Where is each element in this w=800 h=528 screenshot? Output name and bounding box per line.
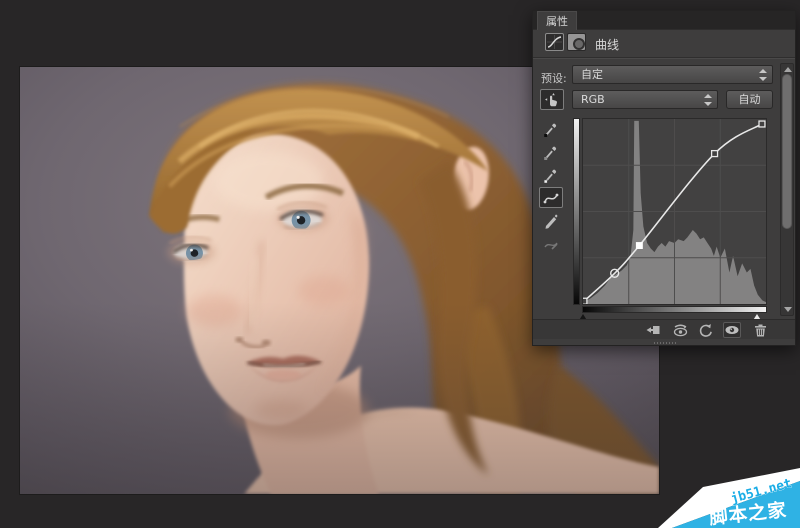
panel-resize-grip[interactable] — [654, 342, 678, 344]
reset-arrow-icon — [697, 323, 713, 338]
curve-point-square-open[interactable] — [583, 298, 587, 304]
dropdown-stepper-icon — [759, 69, 768, 81]
curve-graph[interactable] — [582, 118, 767, 305]
eyedropper-black-icon — [543, 121, 559, 137]
hand-icon — [544, 92, 560, 108]
pencil-icon — [543, 213, 559, 229]
photoshop-workspace: 属性 曲线 预设: 自定 RGB — [0, 0, 800, 528]
curve-graph-svg[interactable] — [583, 119, 766, 304]
adjustment-row: 曲线 — [533, 30, 795, 57]
reset-button[interactable] — [696, 322, 714, 338]
channel-value: RGB — [581, 93, 605, 106]
draw-curve-pencil-tool[interactable] — [539, 210, 563, 231]
edit-curve-points-tool[interactable] — [539, 187, 563, 208]
visibility-button[interactable] — [723, 322, 741, 338]
clip-to-layer-button[interactable] — [644, 322, 662, 338]
eye-icon — [724, 324, 740, 336]
curve-point-square-open[interactable] — [759, 121, 765, 127]
watermark-graphic: jb51.net 脚本之家 — [648, 460, 800, 528]
panel-bottom-toolbar — [533, 319, 795, 339]
scroll-up-icon[interactable] — [784, 67, 792, 72]
eyedropper-white-icon — [543, 167, 559, 183]
curve-point-square-open[interactable] — [712, 151, 718, 157]
trash-icon — [753, 323, 768, 338]
delete-button[interactable] — [751, 322, 769, 338]
scrollbar-thumb[interactable] — [782, 74, 792, 229]
divider — [533, 57, 795, 59]
dropdown-stepper-icon — [704, 94, 713, 106]
black-point-eyedropper[interactable] — [539, 118, 563, 139]
curves-adjustment-icon[interactable] — [545, 33, 564, 51]
targeted-adjustment-tool[interactable] — [540, 89, 564, 110]
layer-mask-icon[interactable] — [567, 33, 586, 51]
curve-point-square-filled[interactable] — [636, 243, 642, 249]
input-levels-gradient — [582, 306, 767, 313]
eye-arrow-icon — [672, 323, 689, 337]
preset-label: 预设: — [541, 70, 567, 86]
output-levels-gradient — [573, 118, 580, 305]
tab-properties[interactable]: 属性 — [537, 11, 577, 30]
view-previous-state-button[interactable] — [671, 322, 689, 338]
site-watermark: jb51.net 脚本之家 — [648, 460, 800, 528]
auto-button[interactable]: 自动 — [726, 90, 773, 109]
curves-glyph — [546, 34, 563, 50]
gray-point-eyedropper[interactable] — [539, 141, 563, 162]
clip-to-layer-icon — [645, 323, 661, 337]
smooth-curve-tool[interactable] — [539, 233, 563, 254]
scroll-down-icon[interactable] — [784, 307, 792, 312]
preset-dropdown[interactable]: 自定 — [572, 65, 773, 84]
eyedropper-gray-icon — [543, 144, 559, 160]
preset-value: 自定 — [581, 68, 603, 81]
smooth-curve-icon — [543, 236, 559, 252]
panel-scrollbar[interactable] — [780, 63, 794, 316]
adjustment-title: 曲线 — [595, 36, 619, 53]
white-point-eyedropper[interactable] — [539, 164, 563, 185]
curve-points-icon — [543, 190, 559, 206]
panel-header: 属性 — [533, 11, 795, 30]
properties-panel: 属性 曲线 预设: 自定 RGB — [532, 10, 796, 346]
channel-dropdown[interactable]: RGB — [572, 90, 718, 109]
